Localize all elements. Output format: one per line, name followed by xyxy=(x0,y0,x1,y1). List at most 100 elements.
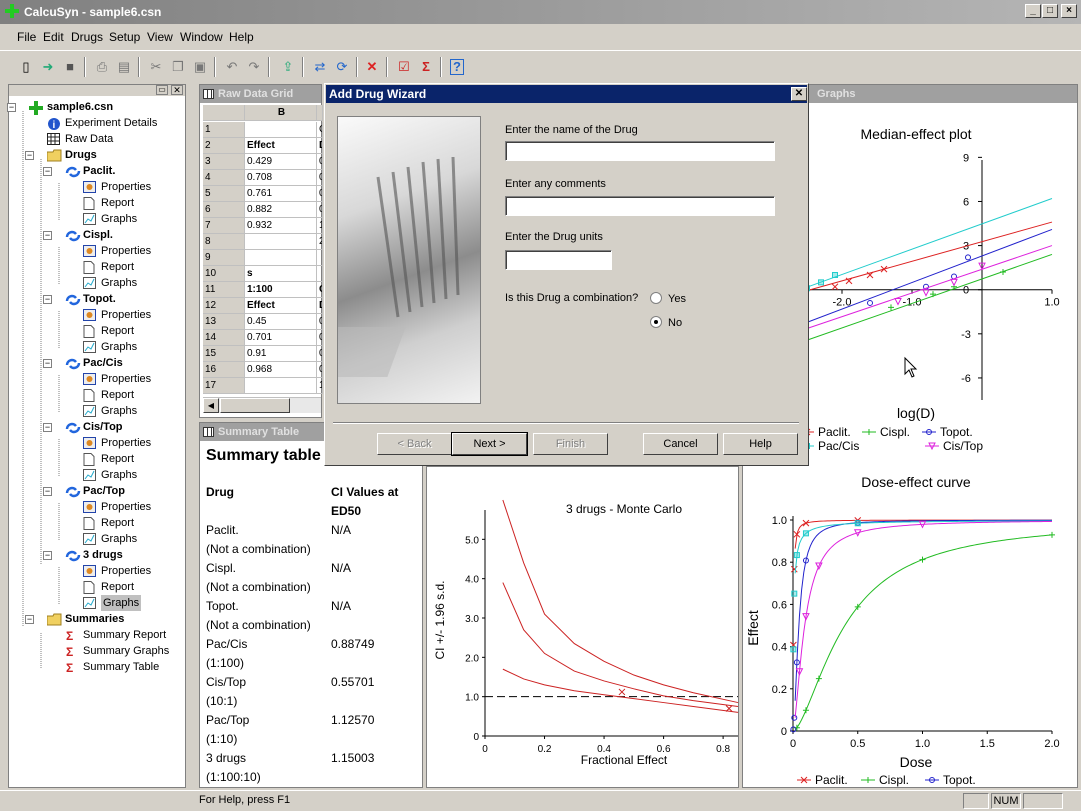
mc-ytick-label: 3.0 xyxy=(465,614,479,625)
median-point-4-mark xyxy=(894,297,902,306)
next-button[interactable]: Next > xyxy=(451,432,528,456)
median-point-4 xyxy=(922,289,930,297)
dose-point-1-mark xyxy=(919,556,926,563)
dose-curve-4 xyxy=(794,520,1053,718)
dose-legend-marker-1-mark xyxy=(865,777,871,783)
dose-point-3-mark xyxy=(854,520,861,527)
wizard-image xyxy=(337,116,481,404)
comments-input[interactable] xyxy=(505,196,775,216)
median-effect-title: Median-effect plot xyxy=(860,126,971,142)
mc-ytick-label: 1.0 xyxy=(465,693,479,704)
dialog-title-bar: Add Drug Wizard ✕ xyxy=(326,85,807,103)
mc-ytick-label: 5.0 xyxy=(465,535,479,546)
legend-top-marker-1 xyxy=(866,429,872,435)
back-button[interactable]: < Back xyxy=(377,433,452,455)
mc-ytick-label: 4.0 xyxy=(465,575,479,586)
mc-xtick-label: 0.8 xyxy=(716,744,730,755)
dose-curve-3 xyxy=(794,520,1053,574)
units-input[interactable] xyxy=(505,250,612,270)
legend-top-label-2: Topot. xyxy=(940,425,973,439)
median-line-0 xyxy=(799,221,1053,294)
median-point-0 xyxy=(880,265,888,273)
add-drug-wizard-dialog: Add Drug Wizard ✕ Enter the name of the … xyxy=(324,83,809,466)
pipette-illustration xyxy=(338,156,460,377)
dose-point-1-mark xyxy=(815,675,822,682)
median-xtick-label: -1.0 xyxy=(903,297,922,309)
status-bar: For Help, press F1 NUM xyxy=(0,790,1081,811)
mc-ytick-label: 0 xyxy=(473,732,479,743)
dose-point-3 xyxy=(793,552,800,559)
dose-ytick-label: 0 xyxy=(781,726,787,738)
dose-point-3 xyxy=(791,590,798,597)
legend-top-label-0: Paclit. xyxy=(818,425,851,439)
status-cell-scroll xyxy=(1023,793,1063,809)
dose-point-1 xyxy=(919,556,926,563)
dose-point-1 xyxy=(815,675,822,682)
dose-point-1 xyxy=(1049,531,1055,538)
median-xlabel: log(D) xyxy=(897,405,935,421)
drug-name-label: Enter the name of the Drug xyxy=(505,124,638,136)
median-point-2-mark xyxy=(867,299,873,306)
median-ytick-label: -3 xyxy=(961,329,971,341)
dose-point-1 xyxy=(802,707,809,714)
drug-name-input[interactable] xyxy=(505,141,775,161)
dose-point-3-mark xyxy=(790,646,797,653)
dose-effect-title: Dose-effect curve xyxy=(861,474,971,490)
median-point-0 xyxy=(831,283,839,291)
mc-series-upper xyxy=(502,499,739,704)
dose-ylabel: Effect xyxy=(745,610,761,646)
cancel-button[interactable]: Cancel xyxy=(643,433,718,455)
dose-xtick-label: 2.0 xyxy=(1044,738,1059,750)
dialog-separator xyxy=(333,422,799,424)
comments-label: Enter any comments xyxy=(505,178,606,190)
status-cell-caps xyxy=(963,793,989,809)
dose-point-3-mark xyxy=(802,530,809,537)
mc-ytick-label: 2.0 xyxy=(465,653,479,664)
median-point-2 xyxy=(867,299,873,306)
median-point-4 xyxy=(950,278,958,287)
dose-point-1-mark xyxy=(802,707,809,714)
dose-ytick-label: 1.0 xyxy=(772,515,787,527)
median-point-3 xyxy=(818,279,824,286)
combination-yes-radio[interactable] xyxy=(650,292,662,304)
dose-xtick-label: 1.0 xyxy=(915,738,930,750)
legend-top-label-1: Cispl. xyxy=(880,425,910,439)
dialog-title: Add Drug Wizard xyxy=(329,87,427,101)
dose-xtick-label: 0.5 xyxy=(850,738,865,750)
combination-no-radio[interactable] xyxy=(650,316,662,328)
mc-marker-mark xyxy=(725,705,733,712)
dose-point-3-mark xyxy=(791,590,798,597)
dialog-close-icon[interactable]: ✕ xyxy=(791,87,807,101)
mc-marker xyxy=(725,705,733,712)
help-button[interactable]: Help xyxy=(723,433,798,455)
mc-ylabel: CI +/- 1.96 s.d. xyxy=(433,580,447,659)
dose-curve-1 xyxy=(794,534,1053,731)
dose-ytick-label: 0.4 xyxy=(772,642,787,654)
mouse-cursor-icon xyxy=(904,356,918,378)
median-point-0-mark xyxy=(831,283,839,291)
units-label: Enter the Drug units xyxy=(505,231,603,243)
median-point-0-mark xyxy=(880,265,888,273)
dose-point-0 xyxy=(790,565,798,573)
dose-xtick-label: 0 xyxy=(790,738,796,750)
legend-top-label-3: Pac/Cis xyxy=(818,439,859,453)
median-ytick-label: -6 xyxy=(961,373,971,385)
combination-yes-label[interactable]: Yes xyxy=(668,293,686,305)
mc-xtick-label: 0 xyxy=(482,744,488,755)
dose-ytick-label: 0.8 xyxy=(772,557,787,569)
median-point-1 xyxy=(1000,269,1006,276)
dose-point-3 xyxy=(790,646,797,653)
dose-xlabel: Dose xyxy=(900,754,933,770)
finish-button[interactable]: Finish xyxy=(533,433,608,455)
median-point-4-mark xyxy=(922,289,930,297)
legend-top-label-4: Cis/Top xyxy=(943,439,983,453)
dose-xtick-label: 1.5 xyxy=(980,738,995,750)
mc-marker xyxy=(618,688,626,696)
dose-legend-label-1: Cispl. xyxy=(879,773,909,787)
median-ytick-label: 6 xyxy=(963,196,969,208)
dose-point-3-mark xyxy=(793,552,800,559)
combination-no-label[interactable]: No xyxy=(668,317,682,329)
median-point-3-mark xyxy=(818,279,824,286)
median-point-4-mark xyxy=(950,278,958,287)
median-point-3 xyxy=(832,272,838,278)
